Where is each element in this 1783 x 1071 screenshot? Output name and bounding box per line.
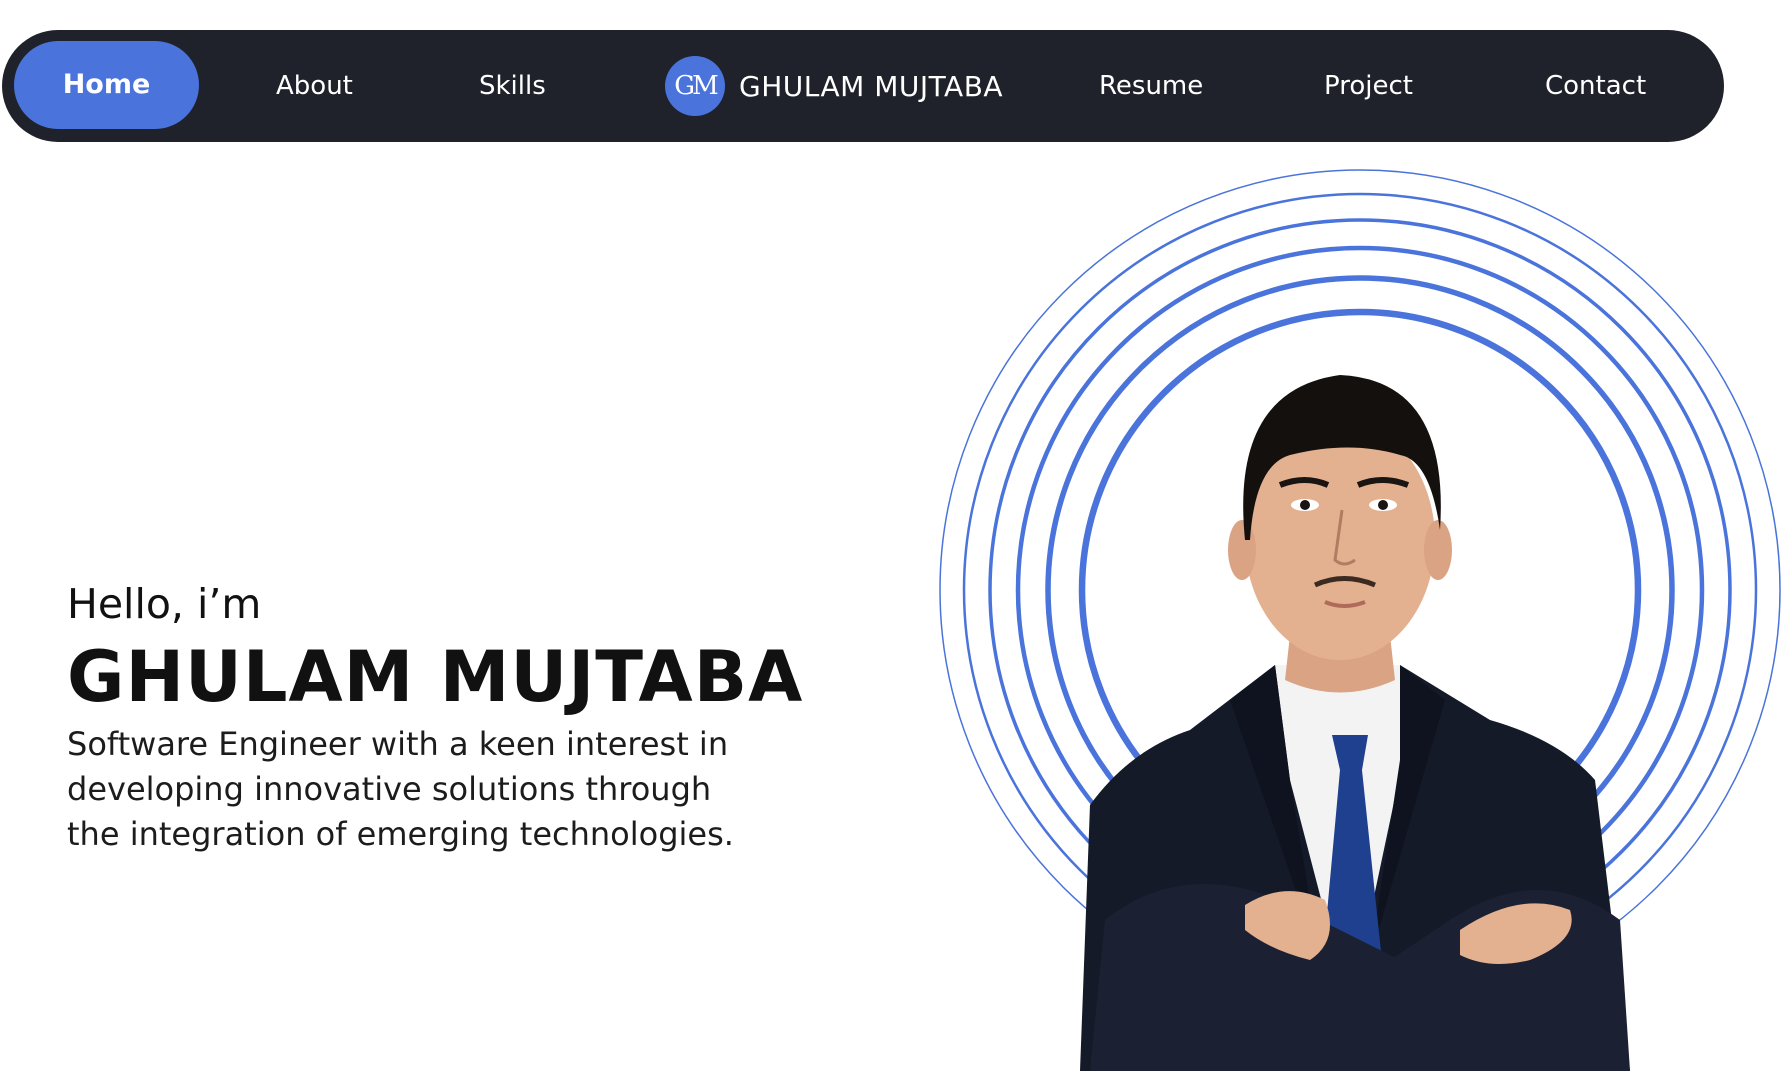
hero-name-heading: GHULAM MUJTABA [67, 636, 804, 718]
top-navigation-bar: Home About Skills GM GHULAM MUJTABA Resu… [2, 30, 1724, 142]
monogram-logo-icon: GM [665, 56, 725, 116]
nav-about-link[interactable]: About [276, 30, 353, 142]
brand-logo-link[interactable]: GM GHULAM MUJTABA [665, 54, 1003, 118]
nav-home-link[interactable]: Home [14, 41, 199, 129]
hero-greeting: Hello, i’m [67, 580, 262, 628]
person-portrait-photo [1080, 375, 1630, 1071]
hero-tagline: Software Engineer with a keen interest i… [67, 725, 734, 853]
nav-resume-link[interactable]: Resume [1099, 30, 1203, 142]
nav-contact-link[interactable]: Contact [1545, 30, 1646, 142]
nav-skills-link[interactable]: Skills [479, 30, 546, 142]
hero-portrait-graphic [939, 169, 1781, 1071]
nav-project-link[interactable]: Project [1324, 30, 1413, 142]
brand-name: GHULAM MUJTABA [739, 69, 1004, 103]
